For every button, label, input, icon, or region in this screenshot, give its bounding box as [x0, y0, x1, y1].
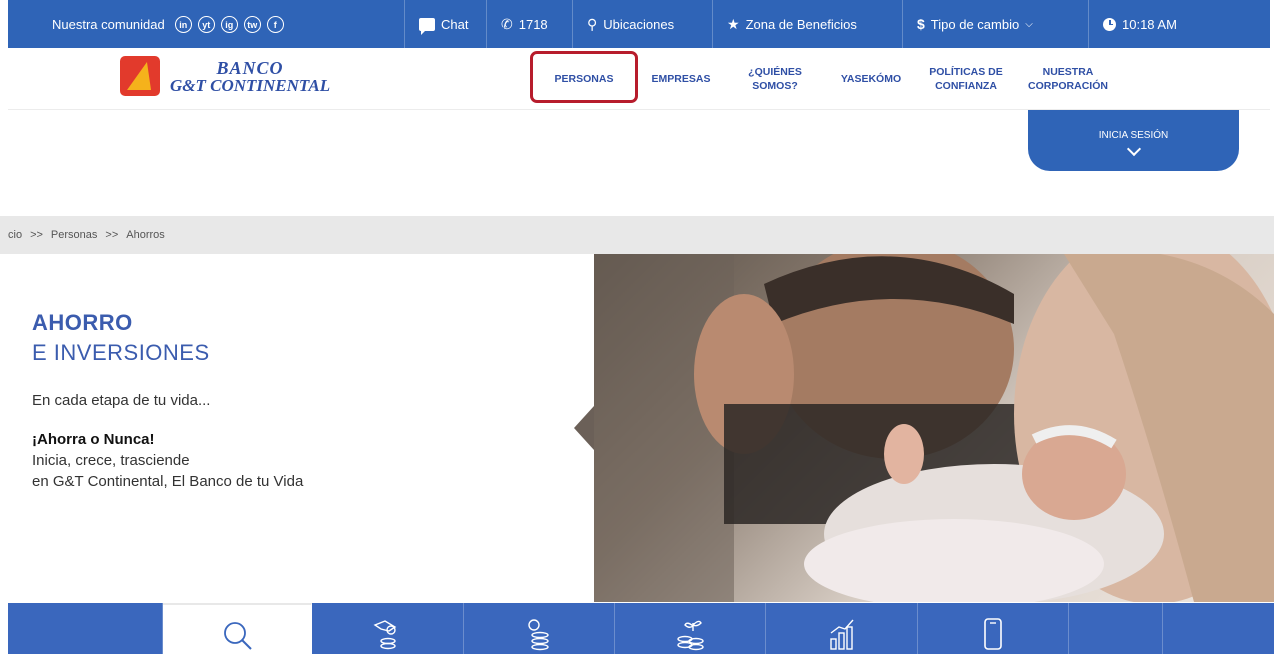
- breadcrumb: cio >> Personas >> Ahorros: [0, 216, 1274, 254]
- twitter-icon[interactable]: tw: [243, 16, 261, 33]
- location-pin-icon: ⚲: [587, 15, 598, 32]
- coin-stack-icon: [528, 618, 549, 650]
- nav-yasekomo[interactable]: YASEKÓMO: [826, 48, 916, 110]
- mobile-phone-icon: [984, 617, 1002, 650]
- logo-mark-icon: [120, 56, 160, 96]
- hero-photo-illustration: [594, 254, 1274, 602]
- star-icon: ★: [727, 15, 740, 32]
- nav-corporacion-label: NUESTRA CORPORACIÓN: [1028, 65, 1108, 92]
- chevron-down-icon: [1126, 141, 1141, 157]
- hero-tagline: En cada etapa de tu vida...: [32, 392, 211, 409]
- instagram-icon[interactable]: ig: [220, 16, 238, 33]
- logo-text: BANCO G&T CONTINENTAL: [170, 59, 330, 94]
- tab-coin-stack[interactable]: [464, 603, 615, 654]
- hero-text: AHORRO E INVERSIONES En cada etapa de tu…: [32, 310, 572, 490]
- login-tab[interactable]: INICIA SESIÓN: [1028, 110, 1239, 171]
- search-icon: [224, 621, 252, 650]
- breadcrumb-separator: >>: [30, 229, 43, 241]
- community-links: Nuestra comunidad in yt ig tw f: [52, 16, 284, 33]
- bank-logo[interactable]: BANCO G&T CONTINENTAL: [120, 56, 330, 96]
- nav-quienes-somos-label: ¿QUIÉNES SOMOS?: [748, 65, 802, 92]
- hand-coins-icon: [373, 619, 396, 649]
- time-display: 10:18 AM: [1088, 0, 1191, 48]
- benefits-link[interactable]: ★ Zona de Beneficios: [712, 0, 871, 48]
- hero-line-1: Inicia, crece, trasciende: [32, 452, 190, 469]
- nav-politicas-confianza[interactable]: POLÍTICAS DE CONFIANZA: [920, 48, 1012, 110]
- nav-empresas-label: EMPRESAS: [651, 72, 711, 85]
- clock-icon: [1103, 17, 1116, 31]
- chat-link[interactable]: Chat: [404, 0, 482, 48]
- tab-search[interactable]: [163, 603, 312, 654]
- hero-slogan: ¡Ahorra o Nunca!: [32, 431, 155, 448]
- nav-personas-label: PERSONAS: [554, 72, 614, 85]
- tab-spacer-left: [8, 603, 163, 654]
- top-utility-bar: Nuestra comunidad in yt ig tw f Chat ✆ 1…: [8, 0, 1270, 48]
- logo-line-1: BANCO: [216, 57, 284, 78]
- growth-chart-icon: [829, 619, 854, 650]
- breadcrumb-separator: >>: [105, 229, 119, 241]
- logo-line-2: G&T CONTINENTAL: [170, 75, 331, 95]
- phone-icon: ✆: [501, 15, 513, 32]
- chat-label: Chat: [441, 16, 469, 32]
- hero-pointer-arrow: [574, 406, 594, 450]
- tab-spacer-right-1: [1069, 603, 1163, 654]
- product-tabs: [8, 603, 1274, 654]
- nav-quienes-somos[interactable]: ¿QUIÉNES SOMOS?: [732, 48, 818, 110]
- hero-family-photo: [594, 254, 1274, 602]
- chat-icon: [419, 17, 435, 35]
- time-label: 10:18 AM: [1122, 16, 1177, 32]
- breadcrumb-home[interactable]: cio: [8, 229, 22, 241]
- youtube-icon[interactable]: yt: [197, 16, 215, 33]
- locations-label: Ubicaciones: [603, 16, 675, 32]
- nav-empresas[interactable]: EMPRESAS: [638, 48, 724, 110]
- nav-personas[interactable]: PERSONAS: [538, 48, 630, 110]
- breadcrumb-personas[interactable]: Personas: [51, 229, 97, 241]
- tab-hand-coins[interactable]: [312, 603, 464, 654]
- community-label: Nuestra comunidad: [52, 17, 165, 32]
- tab-plant-coins[interactable]: [615, 603, 766, 654]
- nav-politicas-label: POLÍTICAS DE CONFIANZA: [929, 65, 1003, 92]
- hero-subtitle: E INVERSIONES: [32, 340, 210, 365]
- social-icons: in yt ig tw f: [174, 16, 284, 33]
- hero-line-2: en G&T Continental, El Banco de tu Vida: [32, 473, 304, 490]
- dollar-icon: $: [917, 16, 925, 32]
- nav-nuestra-corporacion[interactable]: NUESTRA CORPORACIÓN: [1016, 48, 1120, 110]
- locations-link[interactable]: ⚲ Ubicaciones: [572, 0, 688, 48]
- phone-link[interactable]: ✆ 1718: [486, 0, 562, 48]
- tab-growth-chart[interactable]: [766, 603, 918, 654]
- tab-mobile[interactable]: [918, 603, 1069, 654]
- phone-label: 1718: [518, 16, 548, 32]
- plant-coins-icon: [677, 620, 704, 650]
- breadcrumb-ahorros: Ahorros: [126, 229, 165, 241]
- exchange-label: Tipo de cambio: [930, 16, 1020, 32]
- nav-yasekomo-label: YASEKÓMO: [840, 72, 902, 85]
- linkedin-icon[interactable]: in: [174, 16, 192, 33]
- facebook-icon[interactable]: f: [266, 16, 284, 33]
- benefits-label: Zona de Beneficios: [745, 16, 857, 32]
- exchange-rate-dropdown[interactable]: $ Tipo de cambio ⌵: [902, 0, 1047, 48]
- hero-title: AHORRO: [32, 310, 133, 335]
- main-header: BANCO G&T CONTINENTAL PERSONAS EMPRESAS …: [8, 48, 1270, 110]
- login-label: INICIA SESIÓN: [1098, 130, 1169, 141]
- chevron-down-icon: ⌵: [1025, 18, 1033, 30]
- tab-spacer-right-2: [1163, 603, 1274, 654]
